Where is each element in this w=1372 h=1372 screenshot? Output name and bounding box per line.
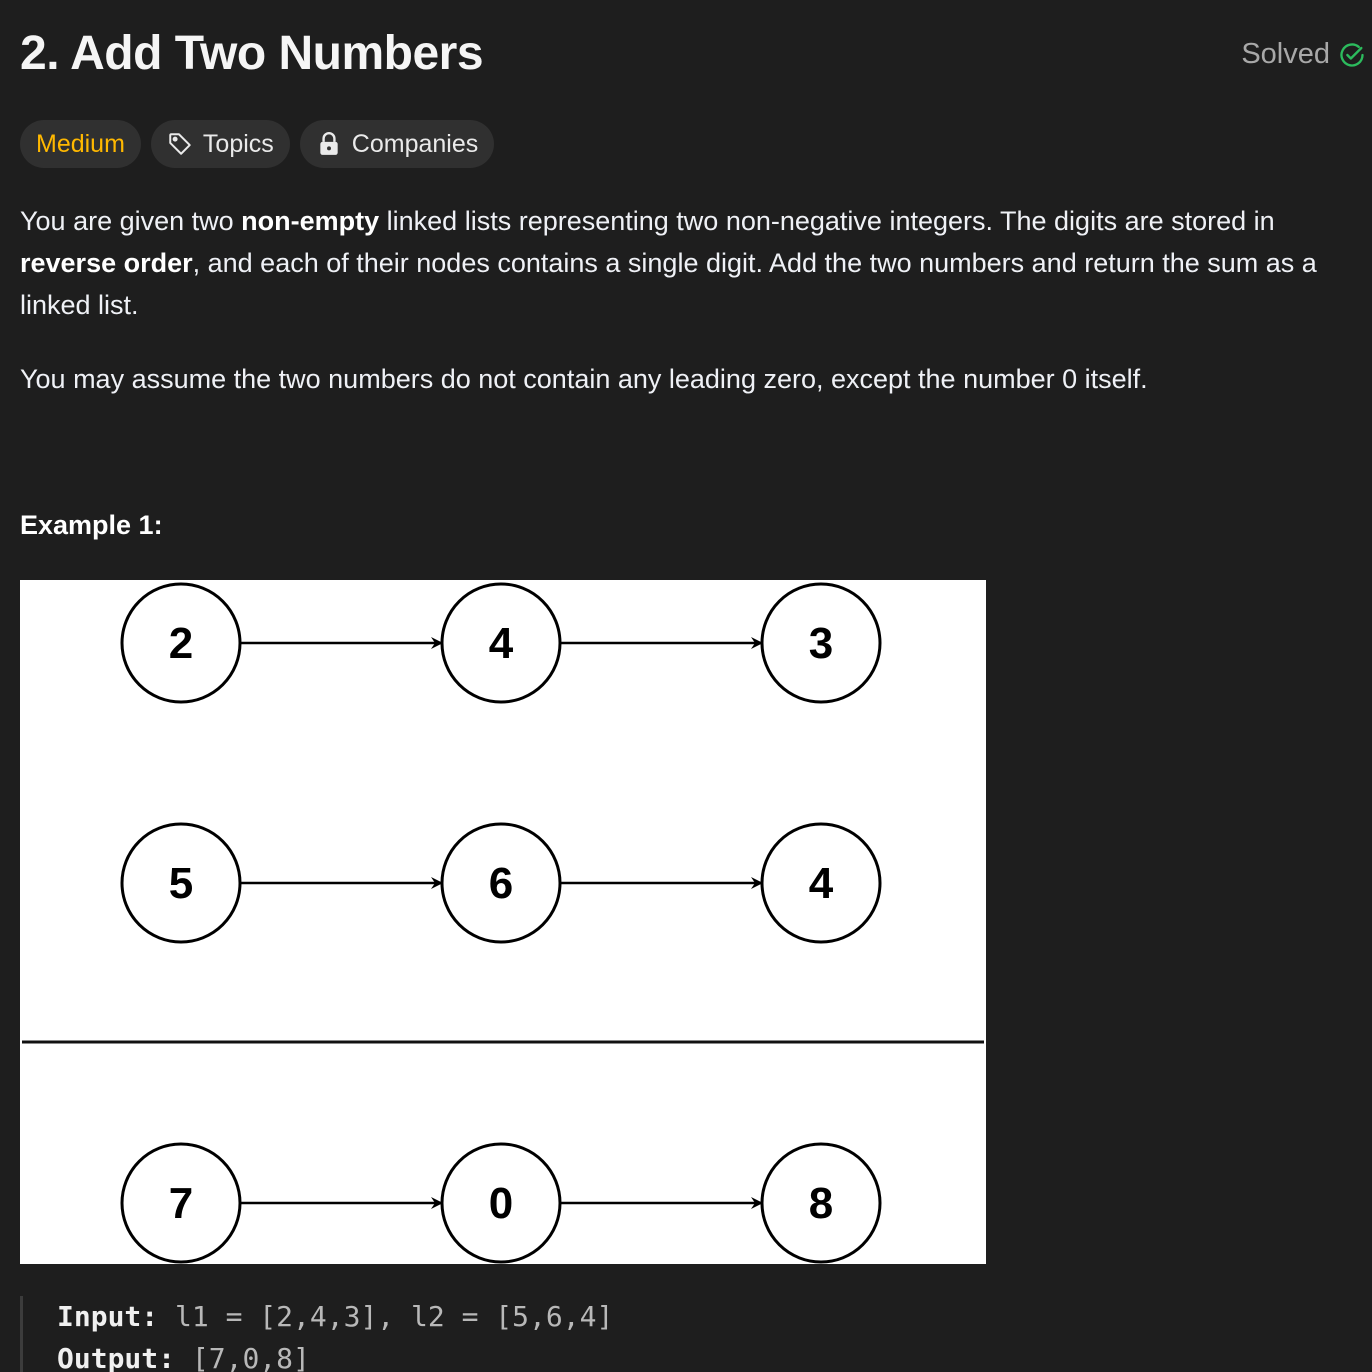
difficulty-label: Medium [36,129,125,158]
output-label: Output: [57,1342,176,1372]
companies-label: Companies [351,129,479,158]
problem-title[interactable]: 2. Add Two Numbers [20,26,484,81]
input-value: l1 = [2,4,3], l2 = [5,6,4] [175,1300,614,1333]
list2-node-value: 4 [809,859,834,908]
example-heading: Example 1: [20,510,163,540]
result-node-value: 7 [169,1179,193,1228]
companies-button[interactable]: Companies [299,120,495,168]
tag-icon [169,133,191,155]
output-line: Output: [7,0,8] [57,1338,613,1372]
check-circle-icon [1340,42,1364,67]
list2-node-value: 6 [489,859,513,908]
topics-label: Topics [202,129,274,158]
example-diagram: 2 4 3 5 6 4 7 0 8 [20,580,986,1264]
output-value: [7,0,8] [191,1342,310,1372]
solved-label: Solved [1241,38,1330,70]
linked-list-diagram: 2 4 3 5 6 4 7 0 8 [22,582,984,1264]
input-line: Input: l1 = [2,4,3], l2 = [5,6,4] [57,1296,613,1338]
problem-statement: You are given two non-empty linked lists… [20,200,1360,400]
emphasis-non-empty: non-empty [241,206,380,236]
statement-paragraph-2: You may assume the two numbers do not co… [20,364,1148,394]
topics-button[interactable]: Topics [150,120,290,168]
list1-node-value: 2 [169,619,193,668]
emphasis-reverse-order: reverse order [20,248,193,278]
difficulty-badge: Medium [20,120,141,168]
statement-paragraph-1: You are given two non-empty linked lists… [20,206,1317,320]
input-label: Input: [57,1300,159,1333]
list1-node-value: 3 [809,619,833,668]
example-io-block: Input: l1 = [2,4,3], l2 = [5,6,4] Output… [20,1296,613,1372]
list2-node-value: 5 [169,859,193,908]
problem-description-panel: 2. Add Two Numbers Solved Medium Topics … [0,0,1372,1372]
lock-icon [320,132,338,155]
result-node-value: 0 [489,1179,513,1228]
list1-node-value: 4 [489,619,514,668]
solved-status: Solved [1241,38,1366,71]
result-node-value: 8 [809,1179,833,1228]
problem-tags: Medium Topics Companies [20,120,495,168]
